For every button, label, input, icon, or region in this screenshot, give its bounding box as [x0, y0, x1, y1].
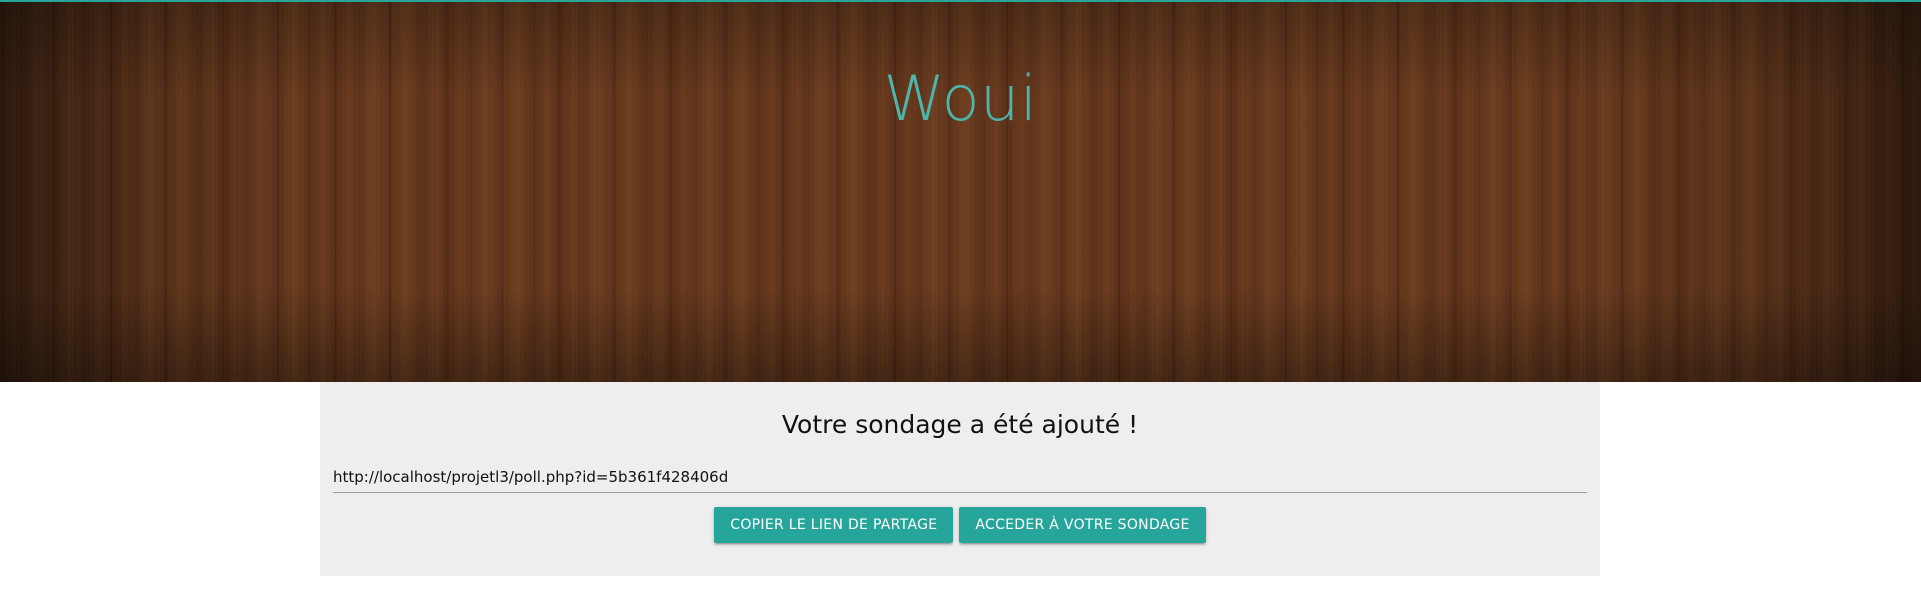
page-title: Woui	[883, 62, 1038, 135]
copy-share-link-button[interactable]: COPIER LE LIEN DE PARTAGE	[714, 507, 954, 543]
access-poll-button[interactable]: ACCEDER À VOTRE SONDAGE	[959, 507, 1206, 543]
wood-texture	[0, 2, 1921, 382]
poll-created-card: Votre sondage a été ajouté ! COPIER LE L…	[320, 382, 1600, 576]
hero-banner: Woui	[0, 2, 1921, 382]
share-link-field[interactable]	[333, 462, 1587, 493]
action-buttons: COPIER LE LIEN DE PARTAGE ACCEDER À VOTR…	[320, 507, 1600, 543]
success-heading: Votre sondage a été ajouté !	[781, 410, 1139, 439]
